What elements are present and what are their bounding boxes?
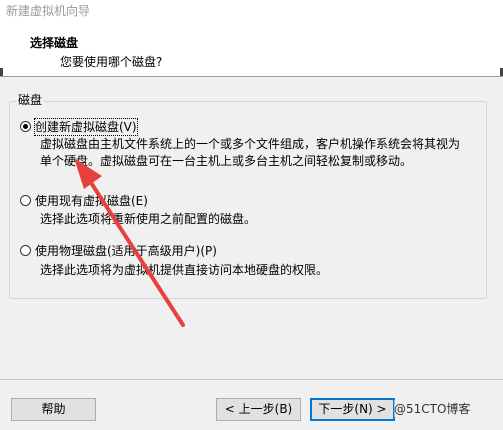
watermark: @51CTO博客	[394, 400, 471, 417]
edge-mark	[0, 68, 3, 76]
window-titlebar: 新建虚拟机向导	[0, 0, 503, 22]
page-subtitle: 您要使用哪个磁盘?	[60, 55, 163, 69]
option-label-use-existing-disk: 使用现有虚拟磁盘(E)	[35, 194, 148, 208]
next-button[interactable]: 下一步(N) >	[310, 398, 395, 421]
option-desc-use-physical-disk: 选择此选项将为虚拟机提供直接访问本地硬盘的权限。	[40, 263, 329, 277]
option-desc-create-new-disk: 虚拟磁盘由主机文件系统上的一个或多个文件组成，客户机操作系统会将其视为单个硬盘。…	[40, 137, 461, 168]
help-button[interactable]: 帮助	[11, 398, 96, 421]
footer-separator	[0, 379, 503, 380]
radio-button[interactable]	[20, 245, 31, 256]
radio-button[interactable]	[20, 195, 31, 206]
option-desc-use-existing-disk: 选择此选项将重新使用之前配置的磁盘。	[40, 212, 257, 226]
wizard-header: 选择磁盘 您要使用哪个磁盘?	[0, 22, 503, 77]
window-title: 新建虚拟机向导	[6, 4, 91, 18]
radio-button-selected[interactable]	[20, 121, 31, 132]
page-title: 选择磁盘	[30, 36, 79, 50]
option-label-create-new-disk: 创建新虚拟磁盘(V)	[34, 118, 138, 136]
new-vm-wizard-window: 新建虚拟机向导 选择磁盘 您要使用哪个磁盘? 磁盘 创建新虚拟磁盘(V) 虚拟磁…	[0, 0, 503, 430]
disk-group-label: 磁盘	[16, 92, 45, 108]
option-label-use-physical-disk: 使用物理磁盘(适用于高级用户)(P)	[35, 244, 217, 258]
back-button[interactable]: < 上一步(B)	[216, 398, 301, 421]
